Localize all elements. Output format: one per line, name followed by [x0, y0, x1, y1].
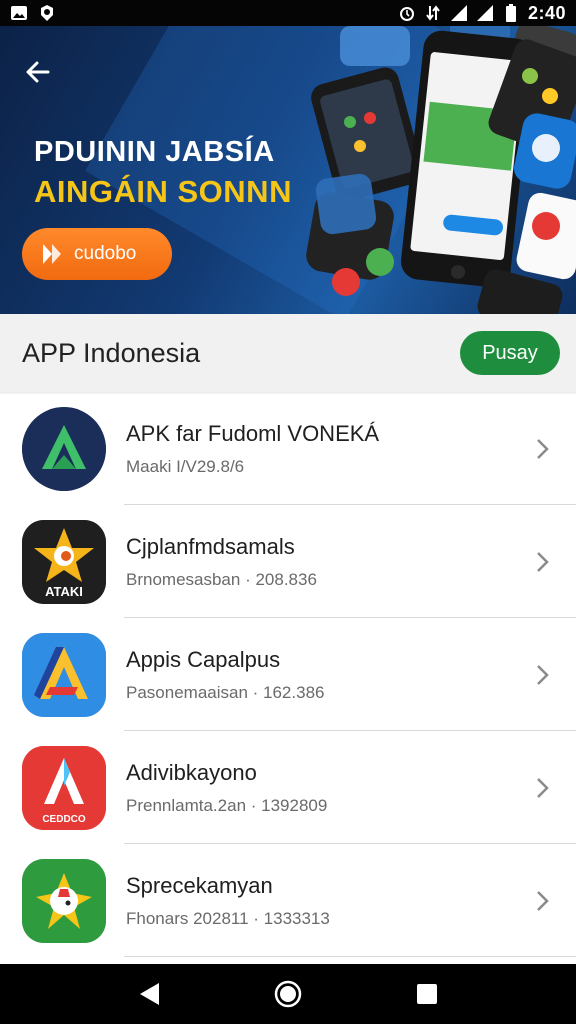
home-icon	[274, 980, 302, 1008]
phones-illustration-icon	[306, 26, 576, 314]
section-action-button[interactable]: Pusay	[460, 331, 560, 375]
chevron-right-icon	[537, 551, 549, 572]
app-meta: Brnomesasban · 208.836	[126, 569, 317, 589]
play-logo-icon	[43, 244, 61, 264]
app-name: APK far Fudoml VONEKÁ	[126, 420, 380, 446]
data-icon	[424, 4, 442, 22]
nav-recents-button[interactable]	[407, 974, 447, 1014]
chevron-right-icon	[537, 890, 549, 911]
app-meta: Pasonemaaisan · 162.386	[126, 682, 325, 702]
arrow-left-icon	[26, 61, 50, 83]
app-list-item[interactable]: ATAKI Cjplanfmdsamals Brnomesasban · 208…	[0, 505, 576, 618]
status-time: 2:40	[527, 2, 566, 23]
section-title: APP Indonesia	[22, 337, 201, 368]
banner-cta-button[interactable]: cudobo	[22, 228, 172, 280]
battery-icon	[502, 4, 520, 22]
alarm-icon	[398, 4, 416, 22]
promo-banner[interactable]: PDUININ JABSÍA AINGÁIN SONNN cudobo	[0, 26, 576, 314]
a-logo-icon	[22, 632, 106, 717]
app-meta: Prennlamta.2an · 1392809	[126, 795, 328, 815]
chevron-right-icon	[537, 438, 549, 459]
app-list-item[interactable]: CEDDCO Adivibkayono Prennlamta.2an · 139…	[0, 731, 576, 844]
app-meta: Fhonars 202811 · 1333313	[126, 908, 330, 928]
app-list-item[interactable]: Appis Capalpus Pasonemaaisan · 162.386	[0, 618, 576, 731]
apk-logo-icon	[22, 406, 106, 491]
section-header: APP Indonesia Pusay	[0, 314, 576, 392]
app-icon-text: CEDDCO	[42, 814, 86, 825]
app-meta: Mаaki I/V29.8/6	[126, 456, 245, 476]
banner-cta-label: cudobo	[74, 243, 137, 264]
app-icon-text: ATAKI	[45, 584, 83, 599]
settings-icon	[38, 4, 56, 22]
status-bar: 2:40	[0, 0, 576, 26]
signal-icon	[476, 4, 494, 22]
app-list-item[interactable]: Sprecekamyan Fhonars 202811 · 1333313	[0, 844, 576, 957]
banner-headline: PDUININ JABSÍA	[34, 136, 275, 168]
chevron-right-icon	[537, 777, 549, 798]
app-name: Appis Capalpus	[126, 646, 281, 672]
bird-logo-icon	[22, 858, 106, 943]
signal-icon	[450, 4, 468, 22]
app-list: APK far Fudoml VONEKÁ Mаaki I/V29.8/6 AT…	[0, 392, 576, 957]
banner-subheadline: AINGÁIN SONNN	[34, 174, 292, 209]
recents-icon	[416, 984, 437, 1004]
system-nav-bar	[0, 964, 576, 1024]
app-list-item[interactable]: APK far Fudoml VONEKÁ Mаaki I/V29.8/6	[0, 392, 576, 505]
app-name: Sprecekamyan	[126, 872, 273, 898]
app-name: Adivibkayono	[126, 759, 257, 785]
back-icon	[140, 983, 160, 1005]
gallery-icon	[10, 4, 28, 22]
star-logo-icon: ATAKI	[22, 519, 106, 604]
app-name: Cjplanfmdsamals	[126, 533, 295, 559]
red-a-logo-icon: CEDDCO	[22, 745, 106, 830]
chevron-right-icon	[537, 664, 549, 685]
back-button[interactable]	[18, 52, 58, 92]
nav-back-button[interactable]	[129, 974, 169, 1014]
nav-home-button[interactable]	[268, 974, 308, 1014]
